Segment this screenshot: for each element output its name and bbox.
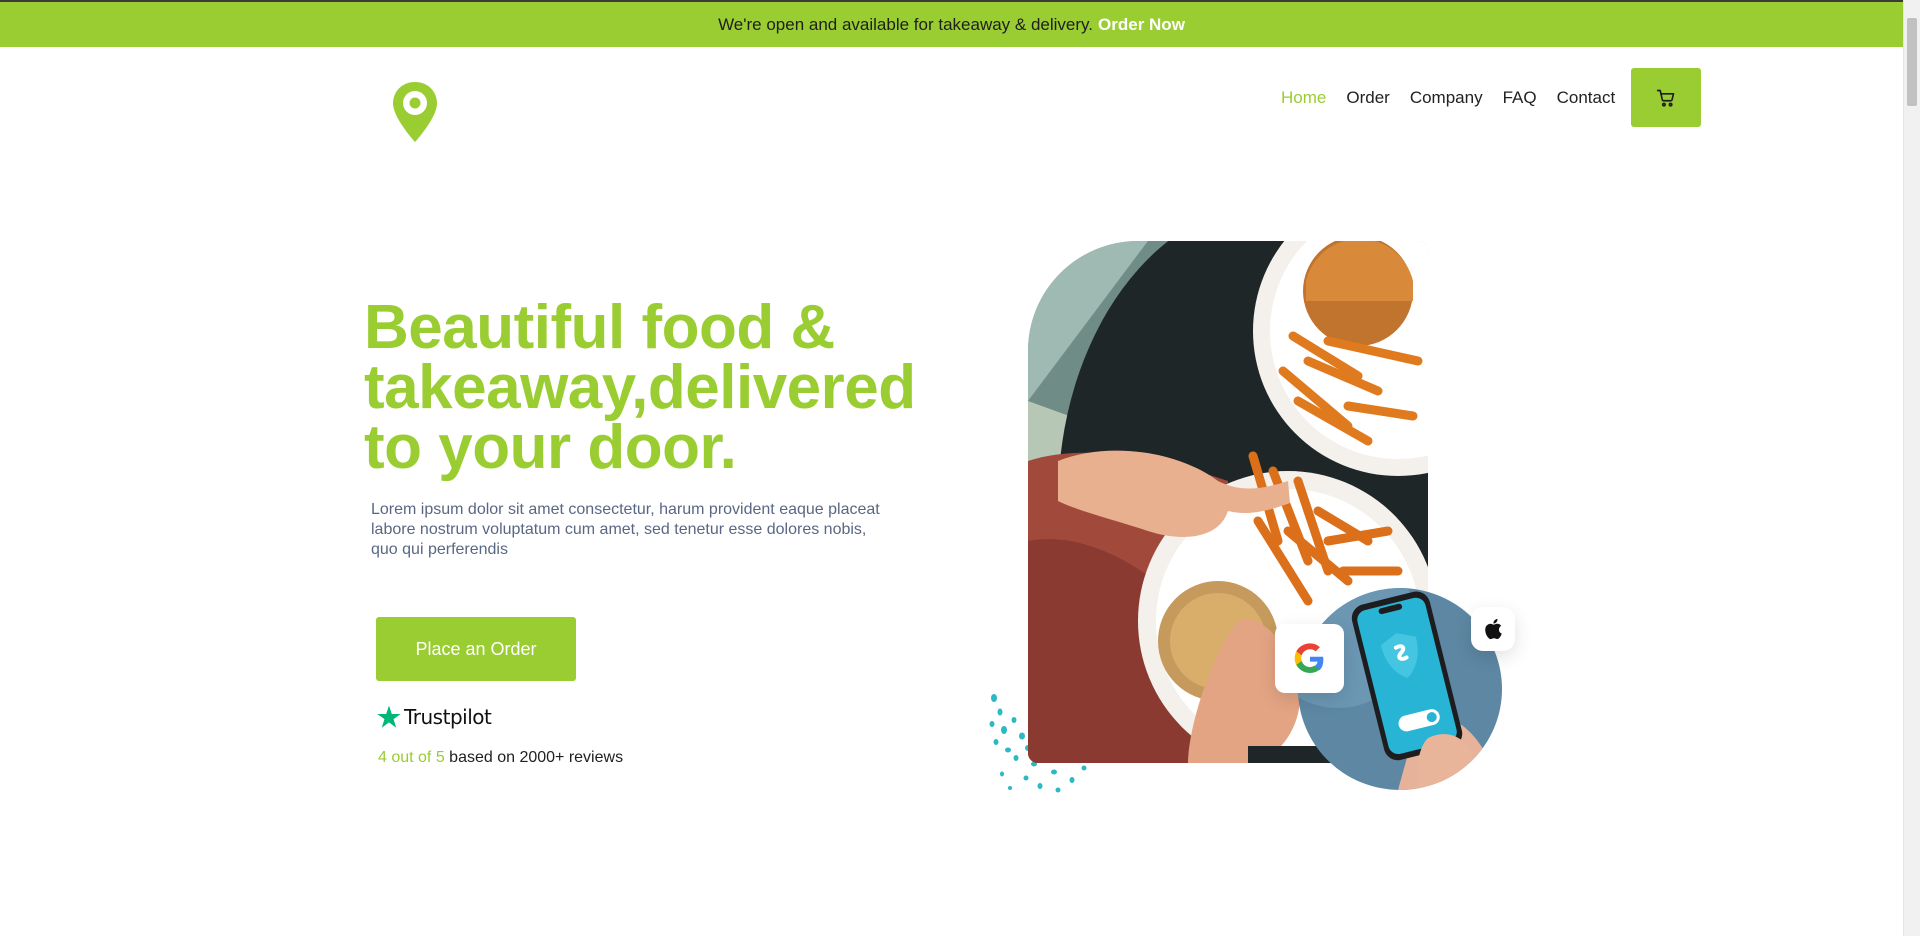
page-scrollbar[interactable] xyxy=(1903,0,1920,936)
hero-title: Beautiful food & takeaway,delivered to y… xyxy=(364,293,916,482)
google-play-badge[interactable] xyxy=(1275,624,1344,693)
order-now-link[interactable]: Order Now xyxy=(1098,15,1185,35)
cart-button[interactable] xyxy=(1631,68,1701,127)
trustpilot-logo[interactable]: Trustpilot xyxy=(376,702,492,732)
nav-contact[interactable]: Contact xyxy=(1557,86,1616,110)
logo-map-pin-icon[interactable] xyxy=(390,80,440,144)
nav-faq[interactable]: FAQ xyxy=(1503,86,1537,110)
hero-description: Lorem ipsum dolor sit amet consectetur, … xyxy=(371,501,880,558)
cart-icon xyxy=(1656,89,1675,107)
nav-home[interactable]: Home xyxy=(1281,86,1326,110)
rating-summary: 4 out of 5 based on 2000+ reviews xyxy=(378,749,623,767)
trustpilot-brand: Trustpilot xyxy=(404,705,492,729)
announcement-text: We're open and available for takeaway & … xyxy=(718,14,1094,34)
apple-icon xyxy=(1485,618,1502,640)
main-nav: Home Order Company FAQ Contact xyxy=(1281,86,1635,110)
announcement-bar: We're open and available for takeaway & … xyxy=(0,2,1903,47)
nav-company[interactable]: Company xyxy=(1410,86,1483,110)
rating-reviews: based on 2000+ reviews xyxy=(444,749,624,766)
scrollbar-thumb[interactable] xyxy=(1907,18,1917,106)
place-order-button[interactable]: Place an Order xyxy=(376,617,576,681)
google-icon xyxy=(1294,642,1323,673)
trustpilot-star-icon xyxy=(377,705,401,728)
app-store-badge[interactable] xyxy=(1471,607,1515,651)
rating-score: 4 out of 5 xyxy=(378,749,445,766)
nav-order[interactable]: Order xyxy=(1346,86,1389,110)
